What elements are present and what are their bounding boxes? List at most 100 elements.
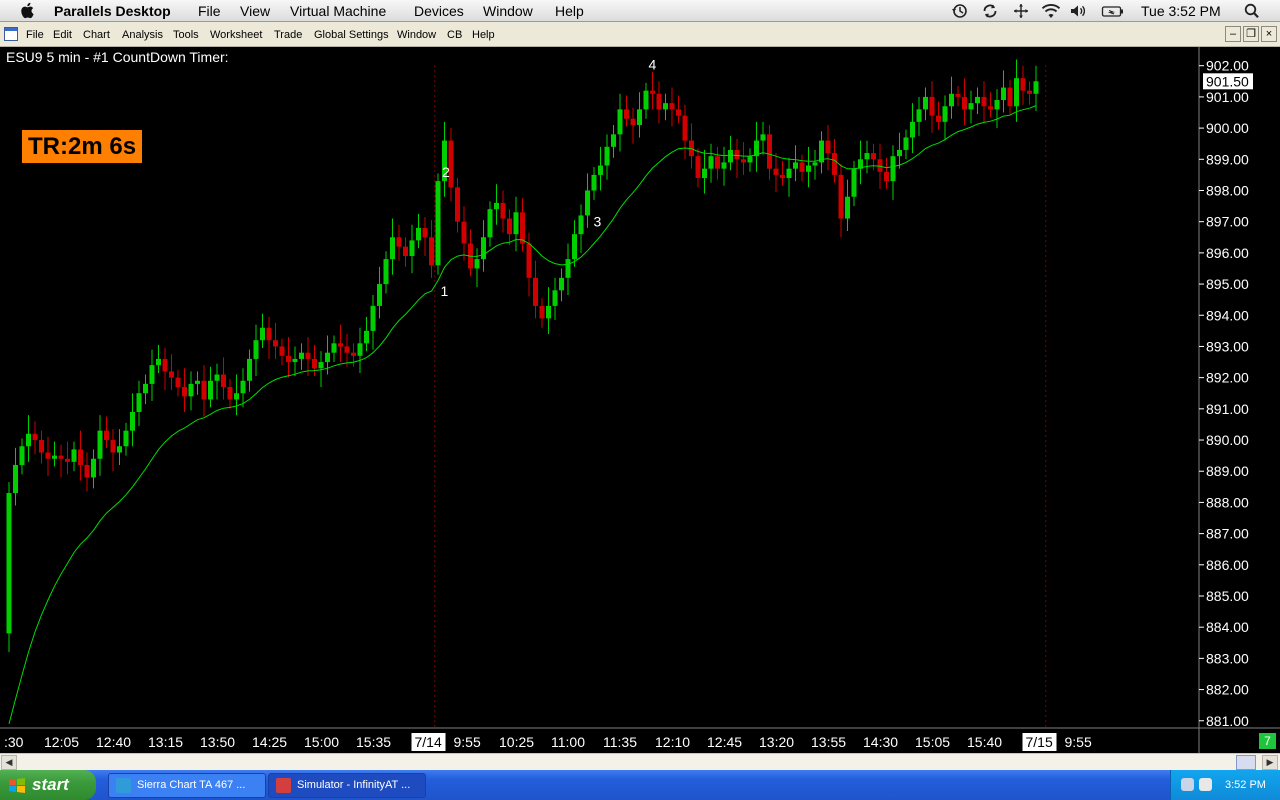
- scroll-right-icon[interactable]: ▶: [1262, 755, 1278, 770]
- taskbar-sierra-chart[interactable]: Sierra Chart TA 467 ...: [108, 773, 266, 798]
- mac-menu-view[interactable]: View: [240, 2, 270, 20]
- candle-body: [403, 246, 408, 256]
- menu-global-settings[interactable]: Global Settings: [314, 28, 389, 42]
- time-tick-label: 14:25: [252, 734, 287, 750]
- menu-analysis[interactable]: Analysis: [122, 28, 163, 42]
- candle-body: [338, 343, 343, 347]
- candle-body: [812, 162, 818, 166]
- close-button[interactable]: ×: [1261, 26, 1277, 42]
- mac-menu-window[interactable]: Window: [483, 2, 533, 20]
- document-icon[interactable]: [4, 27, 18, 41]
- menu-worksheet[interactable]: Worksheet: [210, 28, 262, 42]
- menu-tools[interactable]: Tools: [173, 28, 199, 42]
- price-tick-label: 892.00: [1206, 370, 1249, 386]
- counter-badge[interactable]: 7: [1259, 733, 1276, 749]
- candle-body: [71, 449, 77, 462]
- candle-body: [708, 156, 714, 169]
- app-menu-bar: File Edit Chart Analysis Tools Worksheet…: [0, 22, 1280, 47]
- candle-body: [1020, 78, 1026, 91]
- candle-body: [598, 165, 603, 175]
- candle-body: [832, 153, 837, 175]
- mac-clock[interactable]: Tue 3:52 PM: [1141, 2, 1221, 20]
- mac-menu-help[interactable]: Help: [555, 2, 584, 20]
- start-button[interactable]: start: [0, 770, 96, 800]
- menu-window[interactable]: Window: [397, 28, 436, 42]
- restore-button[interactable]: ❐: [1243, 26, 1259, 42]
- candle-body: [13, 464, 18, 494]
- candle-body: [682, 115, 688, 141]
- candle-body: [871, 153, 876, 160]
- taskbar-simulator[interactable]: Simulator - InfinityAT ...: [268, 773, 426, 798]
- candle-body: [58, 455, 64, 459]
- candle-body: [91, 458, 96, 478]
- menu-edit[interactable]: Edit: [53, 28, 72, 42]
- candle-body: [188, 383, 194, 397]
- candle-body: [390, 237, 395, 260]
- candle-body: [539, 305, 545, 319]
- candle-body: [793, 162, 798, 169]
- price-tick-label: 887.00: [1206, 526, 1249, 542]
- candle-body: [195, 380, 200, 384]
- tray-network-icon[interactable]: [1199, 778, 1212, 791]
- windows-taskbar: start Sierra Chart TA 467 ... Simulator …: [0, 770, 1280, 800]
- candle-body: [78, 449, 83, 465]
- candle-body: [988, 106, 993, 110]
- scroll-thumb[interactable]: [1236, 755, 1256, 770]
- mac-menu-devices[interactable]: Devices: [414, 2, 464, 20]
- menu-trade[interactable]: Trade: [274, 28, 302, 42]
- candle-body: [585, 190, 590, 216]
- wifi-icon[interactable]: [1040, 3, 1062, 19]
- menu-cb[interactable]: CB: [447, 28, 462, 42]
- candle-body: [981, 96, 987, 107]
- sync-icon[interactable]: [981, 3, 999, 19]
- battery-icon[interactable]: [1101, 3, 1125, 19]
- candle-body: [624, 109, 629, 119]
- mac-menu-bar: Parallels Desktop File View Virtual Mach…: [0, 0, 1280, 22]
- time-machine-icon[interactable]: [951, 3, 969, 19]
- system-tray: 3:52 PM: [1170, 770, 1280, 800]
- price-tick-label: 890.00: [1206, 432, 1249, 448]
- candlestick-chart[interactable]: 902.00 901.00 900.00 899.00 898.00 897.00 896.…: [0, 47, 1280, 753]
- candle-body: [760, 134, 766, 141]
- tray-clock[interactable]: 3:52 PM: [1225, 770, 1266, 800]
- candle-body: [1001, 87, 1006, 101]
- apple-menu-icon[interactable]: [20, 1, 36, 20]
- tray-speaker-icon[interactable]: [1181, 778, 1194, 791]
- volume-icon[interactable]: [1069, 3, 1087, 19]
- time-tick-label: 14:30: [863, 734, 898, 750]
- wave-annotation: 3: [594, 214, 602, 230]
- candle-body: [773, 168, 779, 175]
- time-tick-label: 12:45: [707, 734, 742, 750]
- candle-body: [955, 93, 961, 97]
- candle-body: [552, 290, 558, 306]
- move-icon[interactable]: [1012, 3, 1030, 19]
- candle-body: [455, 187, 460, 222]
- menu-chart[interactable]: Chart: [83, 28, 110, 42]
- candle-body: [227, 387, 233, 400]
- candle-body: [559, 277, 564, 291]
- candle-body: [169, 371, 174, 378]
- menu-help[interactable]: Help: [472, 28, 495, 42]
- candle-body: [526, 243, 532, 278]
- candle-body: [156, 358, 161, 366]
- spotlight-icon[interactable]: [1243, 3, 1261, 19]
- candle-body: [799, 162, 805, 172]
- candle-body: [416, 227, 421, 241]
- mac-menu-virtual-machine[interactable]: Virtual Machine: [290, 2, 386, 20]
- horizontal-scrollbar[interactable]: ◀ ▶: [0, 753, 1280, 770]
- mac-app-name[interactable]: Parallels Desktop: [54, 2, 171, 20]
- candle-body: [890, 156, 896, 182]
- candle-body: [916, 109, 922, 122]
- minimize-button[interactable]: –: [1225, 26, 1241, 42]
- menu-file[interactable]: File: [26, 28, 44, 42]
- price-tick-label: 896.00: [1206, 245, 1249, 261]
- chart-area[interactable]: 902.00 901.00 900.00 899.00 898.00 897.00 896.…: [0, 47, 1280, 753]
- candle-body: [728, 149, 733, 163]
- scroll-left-icon[interactable]: ◀: [1, 755, 17, 770]
- candle-body: [611, 134, 616, 147]
- candle-body: [533, 277, 538, 306]
- candle-body: [910, 121, 915, 138]
- candle-body: [936, 115, 941, 122]
- candle-body: [396, 237, 402, 247]
- mac-menu-file[interactable]: File: [198, 2, 221, 20]
